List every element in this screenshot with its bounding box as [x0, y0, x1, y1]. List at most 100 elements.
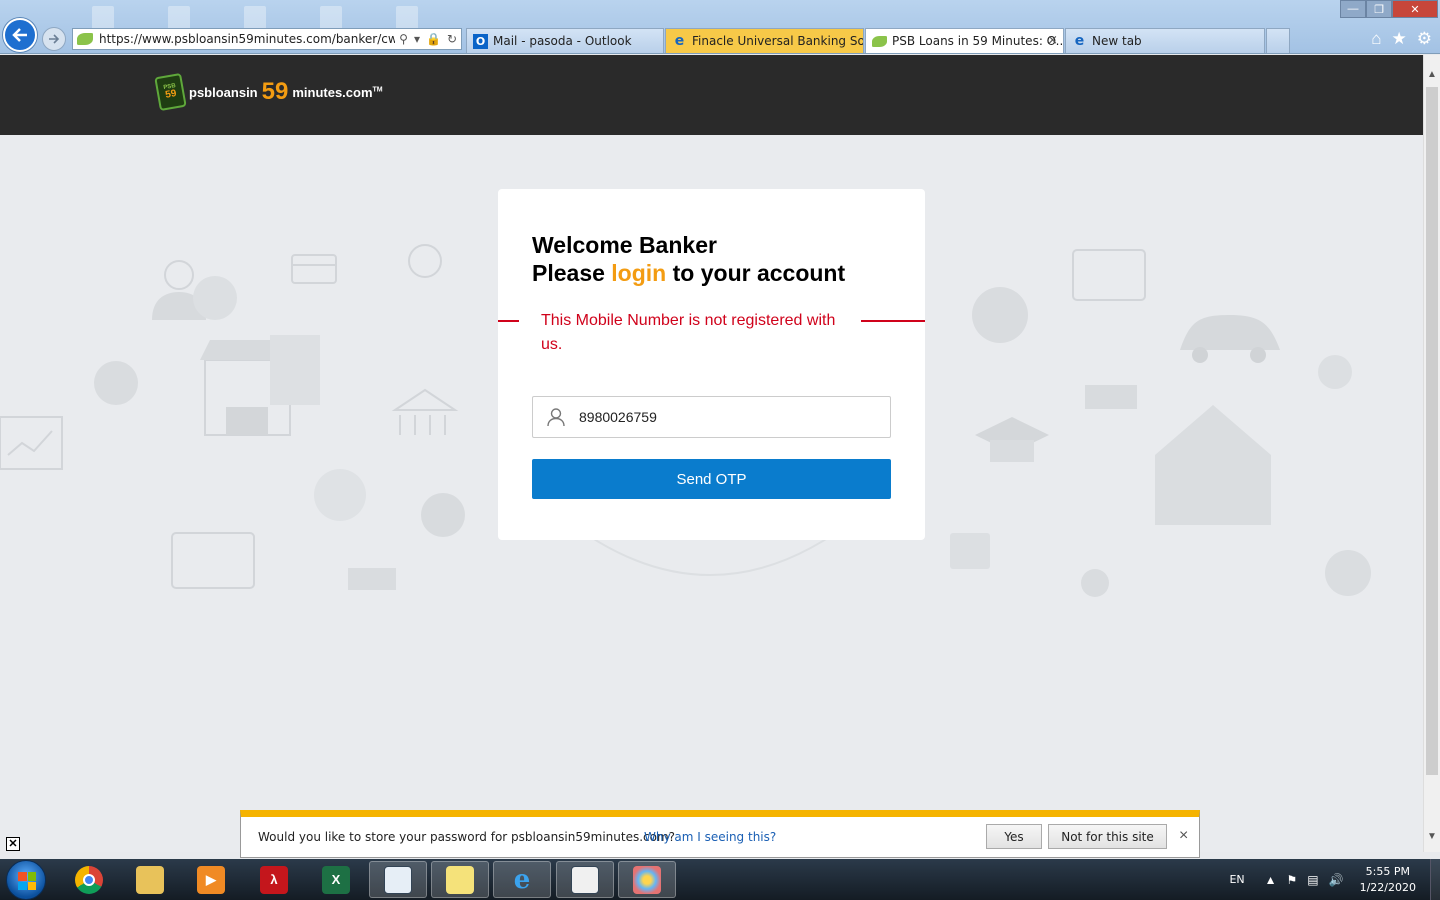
language-indicator[interactable]: EN — [1229, 873, 1244, 886]
home-icon[interactable]: ⌂ — [1371, 29, 1381, 49]
new-tab-button[interactable] — [1266, 28, 1290, 53]
tab-outlook[interactable]: O Mail - pasoda - Outlook — [466, 28, 664, 53]
windows-taskbar: ▶ λ X e EN ▲ ⚑ ▤ 🔊 5:55 PM 1/22/2020 — [0, 859, 1440, 900]
taskbar-acrobat[interactable]: λ — [245, 861, 303, 898]
site-favicon — [77, 33, 93, 45]
dropdown-icon[interactable]: ▾ — [414, 32, 420, 46]
logo-trademark: TM — [372, 86, 383, 94]
prompt-text-post: to your account — [666, 260, 846, 286]
favorites-star-icon[interactable]: ★ — [1392, 29, 1407, 49]
why-am-i-seeing-this-link[interactable]: Why am I seeing this? — [644, 830, 776, 844]
close-icon[interactable]: ✕ — [6, 837, 20, 851]
close-notification-icon[interactable]: × — [1179, 827, 1188, 845]
action-center-flag-icon[interactable]: ⚑ — [1287, 873, 1298, 887]
taskbar-internet-explorer[interactable]: e — [493, 861, 551, 898]
show-desktop-button[interactable] — [1430, 859, 1440, 900]
error-message: This Mobile Number is not registered wit… — [541, 312, 836, 353]
tab-label: PSB Loans in 59 Minutes: O... — [892, 34, 1064, 48]
taskbar-excel[interactable]: X — [307, 861, 365, 898]
media-player-icon: ▶ — [197, 865, 225, 894]
refresh-icon[interactable]: ↻ — [447, 32, 457, 46]
logo-text-psbloansin: psbloansin — [189, 84, 258, 100]
user-icon — [533, 407, 579, 427]
tab-psb-active[interactable]: PSB Loans in 59 Minutes: O... × — [865, 28, 1064, 53]
save-password-yes-button[interactable]: Yes — [986, 824, 1042, 849]
calculator-icon — [571, 865, 599, 894]
tab-new[interactable]: e New tab — [1065, 28, 1265, 53]
login-prompt-line: Please login to your account — [532, 259, 845, 287]
logo-badge: PSB 59 — [154, 72, 187, 112]
settings-gear-icon[interactable]: ⚙ — [1417, 29, 1432, 49]
tab-label: Finacle Universal Banking Solu... — [692, 34, 863, 48]
prompt-text-highlight: login — [611, 260, 667, 286]
site-logo[interactable]: PSB 59 psbloansin 59 minutes.comTM — [154, 72, 383, 112]
logo-text-minutes: minutes.comTM — [292, 85, 382, 100]
logo-text-59: 59 — [261, 78, 289, 105]
restore-button[interactable]: ❐ — [1366, 0, 1392, 18]
minimize-button[interactable]: — — [1340, 0, 1366, 18]
chrome-icon — [75, 865, 103, 894]
welcome-heading: Welcome Banker Please login to your acco… — [532, 231, 845, 287]
prompt-text-pre: Please — [532, 260, 612, 286]
taskbar-chrome[interactable] — [60, 861, 118, 898]
tab-label: New tab — [1092, 34, 1142, 48]
error-divider-right — [861, 320, 925, 322]
scroll-down-icon[interactable]: ▼ — [1427, 831, 1437, 842]
taskbar-media-player[interactable]: ▶ — [182, 861, 240, 898]
taskbar-reader[interactable] — [369, 861, 427, 898]
start-button[interactable] — [6, 860, 46, 900]
lock-icon[interactable]: 🔒 — [426, 32, 441, 46]
volume-icon[interactable]: 🔊 — [1329, 873, 1344, 887]
window-controls: — ❐ ✕ — [1340, 0, 1438, 18]
ie-icon: e — [513, 864, 531, 895]
sticky-notes-icon — [446, 865, 474, 894]
password-save-question: Would you like to store your password fo… — [258, 830, 676, 844]
folder-icon — [136, 865, 164, 894]
close-tab-icon[interactable]: × — [1047, 33, 1058, 48]
logo-badge-number: 59 — [164, 88, 178, 101]
taskbar-sticky-notes[interactable] — [431, 861, 489, 898]
network-icon[interactable]: ▤ — [1307, 873, 1318, 887]
logo-text-domain: minutes.com — [292, 84, 373, 100]
password-save-notification: Would you like to store your password fo… — [240, 810, 1200, 858]
login-card: Welcome Banker Please login to your acco… — [498, 189, 925, 540]
taskbar-calculator[interactable] — [556, 861, 614, 898]
tab-finacle[interactable]: e Finacle Universal Banking Solu... — [665, 28, 864, 53]
excel-icon: X — [322, 865, 350, 894]
paint-palette-icon — [633, 865, 661, 894]
taskbar-explorer[interactable] — [121, 861, 179, 898]
outlook-icon: O — [473, 33, 488, 49]
address-bar[interactable]: https://www.psbloansin59minutes.com/bank… — [72, 28, 462, 50]
error-divider-left — [498, 320, 519, 322]
system-tray: EN ▲ ⚑ ▤ 🔊 5:55 PM 1/22/2020 — [1229, 859, 1440, 900]
close-window-button[interactable]: ✕ — [1392, 0, 1438, 18]
not-for-this-site-button[interactable]: Not for this site — [1048, 824, 1167, 849]
windows-logo-icon — [18, 872, 36, 890]
acrobat-icon: λ — [260, 865, 288, 894]
ie-icon: e — [674, 33, 685, 49]
psb-favicon — [872, 35, 887, 47]
taskbar-paint[interactable] — [618, 861, 676, 898]
mobile-number-field[interactable] — [532, 396, 891, 438]
search-icon[interactable]: ⚲ — [399, 32, 408, 46]
scroll-up-icon[interactable]: ▲ — [1427, 69, 1437, 80]
show-hidden-icons-icon[interactable]: ▲ — [1265, 873, 1277, 887]
address-url[interactable]: https://www.psbloansin59minutes.com/bank… — [99, 32, 395, 46]
vertical-scrollbar[interactable]: ▲ ▼ — [1423, 55, 1440, 852]
browser-chrome: https://www.psbloansin59minutes.com/bank… — [0, 0, 1440, 54]
scroll-thumb[interactable] — [1426, 87, 1438, 775]
clock-time: 5:55 PM — [1365, 864, 1410, 878]
send-otp-button[interactable]: Send OTP — [532, 459, 891, 499]
back-button[interactable] — [3, 18, 37, 52]
ie-icon: e — [1074, 33, 1085, 49]
forward-button[interactable] — [42, 27, 66, 51]
document-icon — [384, 865, 412, 894]
tab-label: Mail - pasoda - Outlook — [493, 34, 632, 48]
back-arrow-icon — [12, 28, 27, 42]
forward-arrow-icon — [49, 34, 60, 44]
welcome-line: Welcome Banker — [532, 232, 717, 258]
mobile-number-input[interactable] — [579, 409, 879, 425]
toolbar-icons: ⌂ ★ ⚙ — [1371, 29, 1432, 49]
system-clock[interactable]: 5:55 PM 1/22/2020 — [1360, 864, 1416, 896]
site-header: PSB 59 psbloansin 59 minutes.comTM — [0, 55, 1423, 135]
